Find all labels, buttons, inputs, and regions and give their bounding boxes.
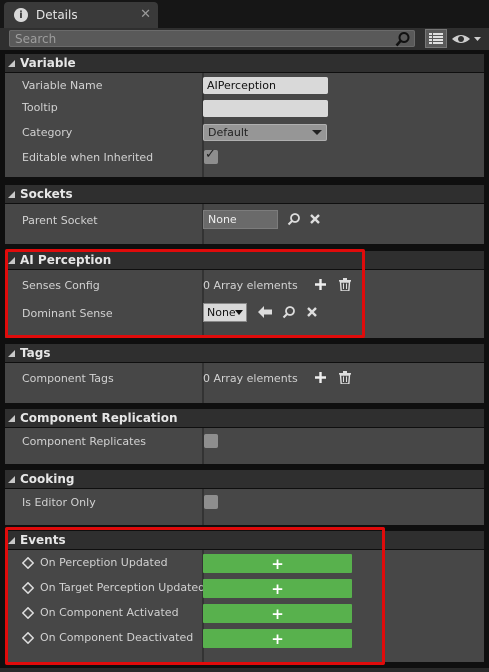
collapse-arrow-icon xyxy=(8,190,15,198)
collapse-arrow-icon xyxy=(8,59,15,67)
category-variable[interactable]: Variable xyxy=(5,54,484,72)
add-element-icon[interactable] xyxy=(315,372,326,383)
dropdown-value: Default xyxy=(208,126,249,139)
browse-search-icon[interactable] xyxy=(287,212,301,226)
close-icon[interactable]: ✕ xyxy=(140,7,151,22)
tab-details[interactable]: i Details ✕ xyxy=(4,2,158,28)
category-dropdown[interactable]: Default xyxy=(203,124,327,141)
search-icon[interactable] xyxy=(395,31,411,47)
info-icon: i xyxy=(14,8,28,22)
eye-icon xyxy=(452,35,481,43)
component-replication-properties: Component Replicates xyxy=(5,428,484,464)
chevron-down-icon xyxy=(312,130,322,135)
collapse-arrow-icon xyxy=(8,414,15,422)
collapse-arrow-icon xyxy=(8,349,15,357)
property-label: Component Tags xyxy=(22,372,114,385)
panel-bottom-edge xyxy=(0,668,489,672)
property-label: Parent Socket xyxy=(22,214,98,227)
property-label: Is Editor Only xyxy=(22,496,96,509)
grid-icon xyxy=(429,32,443,44)
component-replicates-checkbox[interactable] xyxy=(204,434,218,448)
property-label: Component Replicates xyxy=(22,435,146,448)
category-sockets[interactable]: Sockets xyxy=(5,185,484,203)
search-box[interactable] xyxy=(9,30,415,47)
array-count: 0 Array elements xyxy=(203,372,298,385)
property-label: Editable when Inherited xyxy=(22,151,154,164)
highlight-box-events xyxy=(5,527,385,665)
variable-name-field[interactable]: AIPerception xyxy=(203,77,328,94)
editable-checkbox[interactable]: ✓ xyxy=(204,147,218,164)
property-label: Tooltip xyxy=(22,101,58,114)
tags-properties: Component Tags 0 Array elements xyxy=(5,363,484,403)
check-icon: ✓ xyxy=(205,147,216,162)
sockets-properties: Parent Socket None xyxy=(5,204,484,244)
category-title: Component Replication xyxy=(20,411,178,425)
tab-title: Details xyxy=(36,8,78,22)
parent-socket-field[interactable]: None xyxy=(203,210,278,229)
tab-bar: i Details ✕ xyxy=(0,0,489,28)
search-input[interactable] xyxy=(10,31,395,46)
category-title: Sockets xyxy=(20,187,73,201)
property-label: Variable Name xyxy=(22,79,103,92)
category-component-replication[interactable]: Component Replication xyxy=(5,409,484,427)
category-title: Cooking xyxy=(20,472,75,486)
search-toolbar xyxy=(0,28,489,50)
category-tags[interactable]: Tags xyxy=(5,344,484,362)
cooking-properties: Is Editor Only xyxy=(5,489,484,525)
view-options-button[interactable] xyxy=(451,31,483,50)
property-matrix-button[interactable] xyxy=(425,29,447,48)
tooltip-field[interactable] xyxy=(203,100,328,117)
collapse-arrow-icon xyxy=(8,475,15,483)
category-title: Variable xyxy=(20,56,76,70)
clear-icon[interactable] xyxy=(309,213,321,225)
highlight-box-ai-perception xyxy=(5,249,365,338)
category-title: Tags xyxy=(20,346,51,360)
trash-icon[interactable] xyxy=(339,371,351,384)
category-cooking[interactable]: Cooking xyxy=(5,470,484,488)
is-editor-only-checkbox[interactable] xyxy=(204,495,218,509)
variable-properties: Variable Name AIPerception Tooltip Categ… xyxy=(5,73,484,177)
property-label: Category xyxy=(22,126,73,139)
